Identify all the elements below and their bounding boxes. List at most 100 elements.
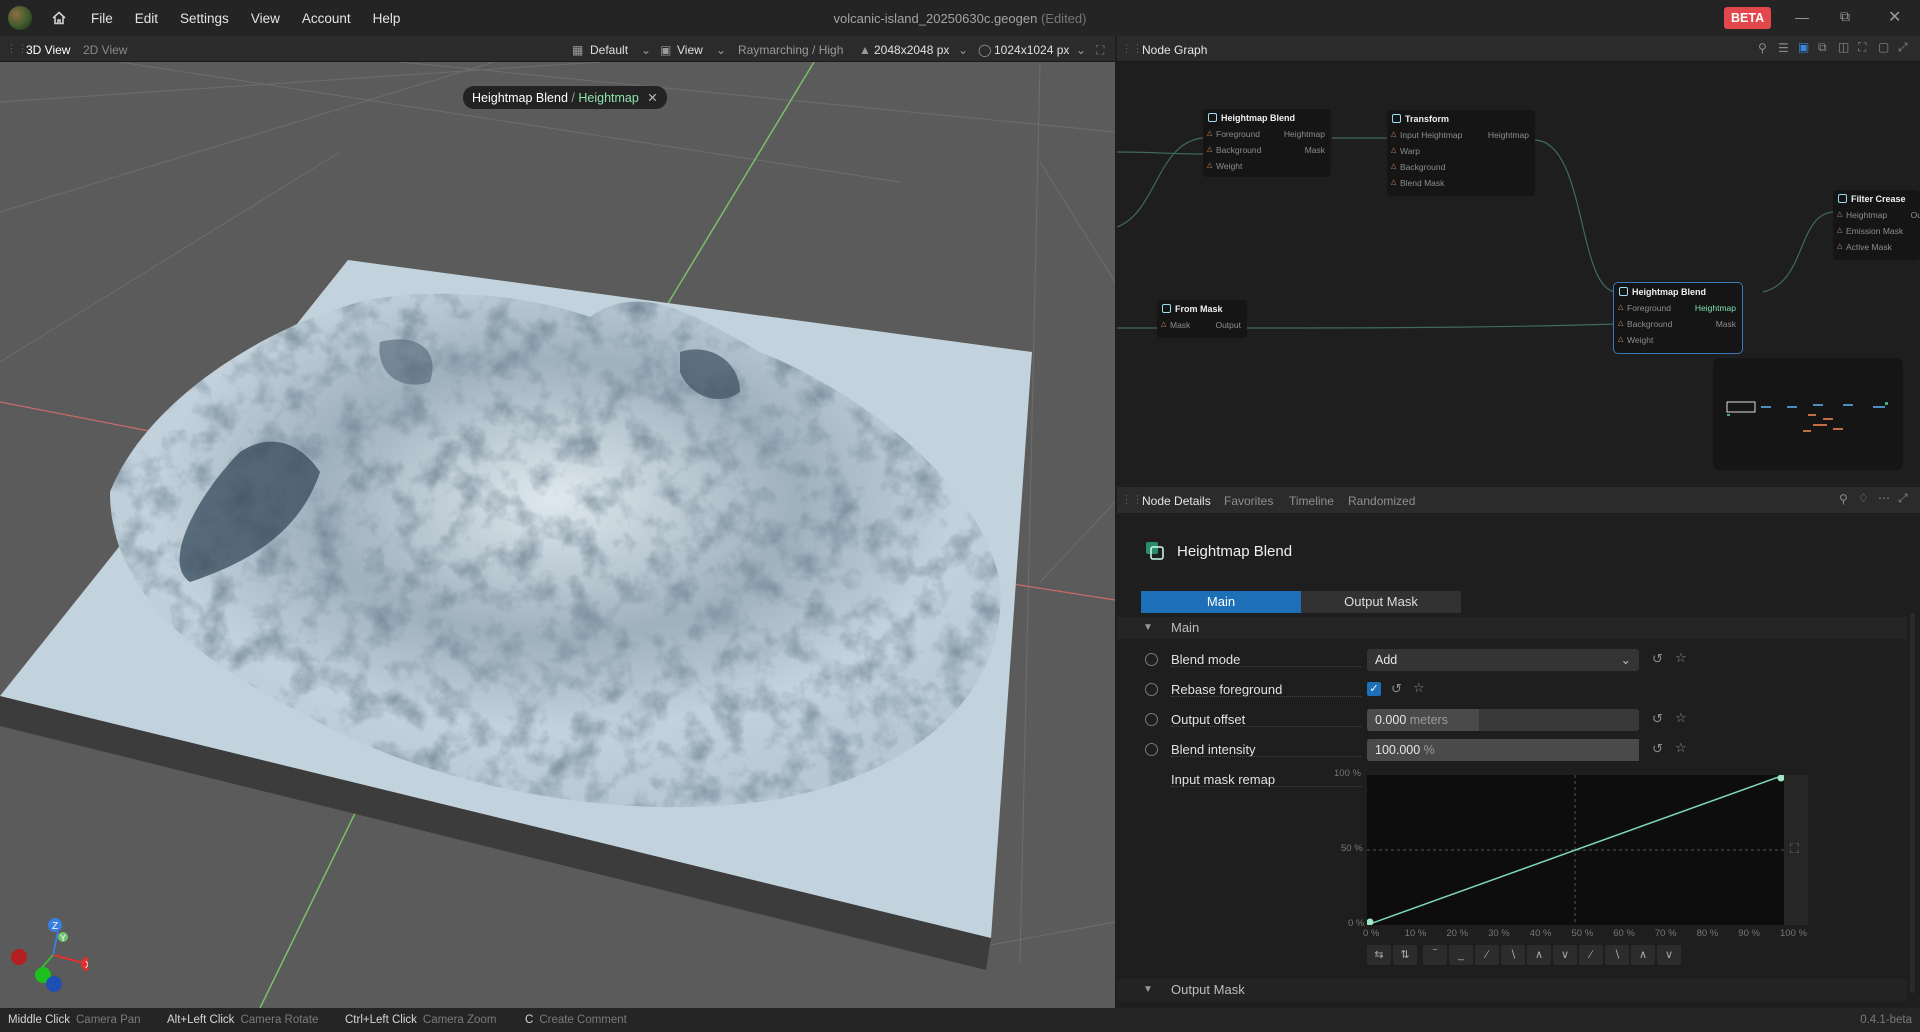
drag-grip-icon[interactable]: ⋮⋮ [6,42,28,55]
subtab-main[interactable]: Main [1141,591,1301,613]
port-in[interactable]: Emission Mask [1846,226,1903,236]
home-icon[interactable] [52,11,66,25]
subtab-output-mask[interactable]: Output Mask [1301,591,1461,613]
port-in[interactable]: Background [1627,319,1672,329]
favorite-star-icon[interactable]: ☆ [1675,650,1687,666]
list-icon[interactable]: ☰ [1778,41,1789,55]
render-mode[interactable]: Raymarching / High [738,43,843,57]
tab-favorites[interactable]: Favorites [1224,494,1273,508]
preset-smooth-valley-icon[interactable]: ∨ [1657,945,1681,965]
blend-intensity-slider[interactable]: 100.000 % [1367,739,1639,761]
menu-settings[interactable]: Settings [169,11,240,26]
port-out[interactable]: Heightmap [1284,126,1325,142]
port-in[interactable]: Foreground [1627,303,1671,313]
fit-view-icon[interactable]: ⛶ [1858,40,1866,55]
restore-icon[interactable]: ⧉ [1840,8,1850,25]
remap-curve-editor[interactable] [1367,775,1784,925]
node-filter-crease[interactable]: Filter Crease △ Heightmap Ou △ Emission Mas… [1833,190,1920,260]
flip-vertical-icon[interactable]: ⇅ [1393,945,1417,965]
drag-grip-icon[interactable]: ⋮⋮ [1121,42,1143,55]
preset-valley-icon[interactable]: ∨ [1553,945,1577,965]
graph-view-icon[interactable]: ▣ [1798,40,1809,54]
close-tag-icon[interactable]: ✕ [647,91,657,105]
pin-icon[interactable]: ♢ [1858,491,1869,505]
chevron-down-icon[interactable]: ⌄ [1076,43,1086,57]
fullscreen-icon[interactable]: ⛶ [1790,841,1799,857]
port-in[interactable]: Warp [1400,146,1420,156]
preset-smooth-peak-icon[interactable]: ∧ [1631,945,1655,965]
expose-toggle[interactable] [1145,653,1158,666]
menu-view[interactable]: View [240,11,291,26]
blend-mode-select[interactable]: Add ⌄ [1367,649,1639,671]
close-window-icon[interactable]: ✕ [1888,7,1901,27]
port-out[interactable]: Mask [1716,316,1736,332]
menu-file[interactable]: File [80,11,124,26]
port-out-active[interactable]: Heightmap [1695,300,1736,316]
port-in[interactable]: Foreground [1216,129,1260,139]
tab-node-details[interactable]: Node Details [1142,494,1211,508]
layout-dropdown[interactable]: Default [590,43,628,57]
port-out[interactable]: Ou [1911,207,1920,223]
chevron-down-icon[interactable]: ⌄ [958,43,968,57]
view-dropdown[interactable]: View [677,43,703,57]
menu-account[interactable]: Account [291,11,362,26]
port-in[interactable]: Mask [1170,320,1190,330]
menu-edit[interactable]: Edit [124,11,169,26]
resolution-dropdown[interactable]: 2048x2048 px [874,43,949,57]
port-out[interactable]: Heightmap [1488,127,1529,143]
expose-toggle[interactable] [1145,713,1158,726]
node-graph-canvas[interactable]: Heightmap Blend △ Foreground Heightmap △ Ba… [1117,62,1920,486]
port-in[interactable]: Weight [1627,335,1653,345]
favorite-star-icon[interactable]: ☆ [1675,710,1687,726]
flip-horizontal-icon[interactable]: ⇆ [1367,945,1391,965]
collapse-icon[interactable]: ▼ [1143,617,1153,639]
frame-icon[interactable]: ▢ [1878,40,1889,54]
port-in[interactable]: Active Mask [1846,242,1892,252]
expand-icon[interactable]: ⤢ [1898,40,1908,55]
axis-gizmo[interactable]: Z Y X [8,912,88,992]
reset-icon[interactable]: ↺ [1391,681,1402,697]
preset-smooth-up-icon[interactable]: ∕ [1579,945,1603,965]
preset-linear-down-icon[interactable]: ∖ [1501,945,1525,965]
chevron-down-icon[interactable]: ⌄ [716,43,726,57]
reset-icon[interactable]: ↺ [1652,651,1663,667]
preset-peak-icon[interactable]: ∧ [1527,945,1551,965]
menu-help[interactable]: Help [362,11,412,26]
viewport-3d[interactable]: Heightmap Blend / Heightmap ✕ Z Y X [0,62,1115,1008]
minimize-icon[interactable]: — [1795,9,1809,25]
expand-icon[interactable]: ⤢ [1898,491,1908,506]
section-main-header[interactable]: ▼ Main [1117,617,1907,639]
more-icon[interactable]: ⋯ [1878,491,1890,505]
details-scrollbar[interactable] [1910,613,1915,993]
section-output-mask-header[interactable]: ▼ Output Mask [1117,979,1907,1001]
expose-toggle[interactable] [1145,743,1158,756]
port-out[interactable]: Mask [1305,142,1325,158]
rebase-checkbox[interactable]: ✓ [1367,682,1381,696]
port-in[interactable]: Blend Mask [1400,178,1444,188]
node-transform[interactable]: Transform △ Input Heightmap Heightmap △ War… [1387,110,1535,196]
drag-grip-icon[interactable]: ⋮⋮ [1121,493,1143,506]
output-offset-slider[interactable]: 0.000 meters [1367,709,1639,731]
favorite-star-icon[interactable]: ☆ [1675,740,1687,756]
collapse-icon[interactable]: ▼ [1143,979,1153,1001]
expose-toggle[interactable] [1145,683,1158,696]
curve-control-point[interactable] [1367,918,1374,926]
align-icon[interactable]: ◫ [1838,40,1849,54]
node-heightmap-blend-2[interactable]: Heightmap Blend △ Foreground Heightmap △ Ba… [1613,282,1743,354]
preset-high-icon[interactable]: ‾ [1423,945,1447,965]
preset-linear-up-icon[interactable]: ∕ [1475,945,1499,965]
tab-2d-view[interactable]: 2D View [83,43,127,57]
reset-icon[interactable]: ↺ [1652,741,1663,757]
search-icon[interactable]: ⚲ [1839,492,1848,506]
tab-3d-view[interactable]: 3D View [26,43,70,57]
fullscreen-icon[interactable]: ⛶ [1096,43,1104,58]
chevron-down-icon[interactable]: ⌄ [641,43,651,57]
port-in[interactable]: Heightmap [1846,210,1887,220]
graph-minimap[interactable] [1713,358,1903,470]
preset-low-icon[interactable]: _ [1449,945,1473,965]
node-heightmap-blend-1[interactable]: Heightmap Blend △ Foreground Heightmap △ Ba… [1203,109,1331,177]
search-icon[interactable]: ⚲ [1758,41,1767,55]
layers-icon[interactable]: ⧉ [1818,40,1827,55]
port-in[interactable]: Input Heightmap [1400,130,1462,140]
port-in[interactable]: Background [1216,145,1261,155]
